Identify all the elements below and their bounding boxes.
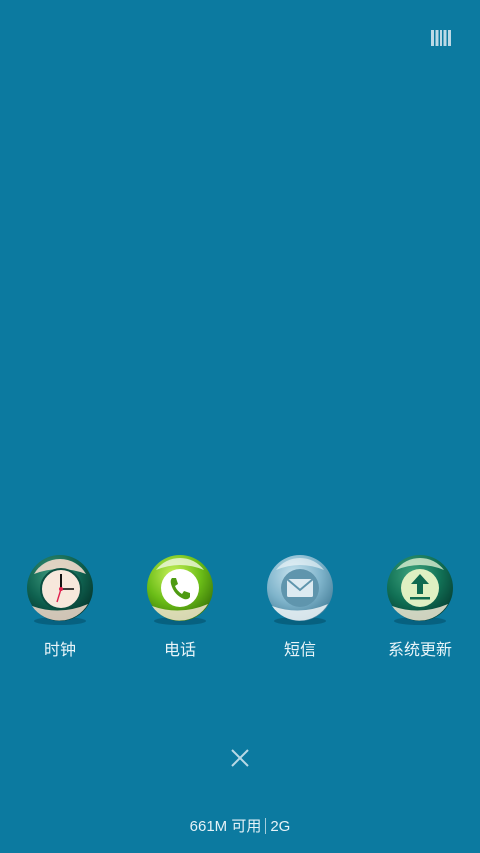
clock-icon [27, 555, 93, 625]
close-icon [231, 749, 249, 767]
memory-available: 661M 可用 [189, 818, 262, 835]
memory-total: 2G [270, 818, 291, 835]
menu-icon [431, 30, 451, 46]
phone-icon [147, 555, 213, 625]
toggle-view-button[interactable] [430, 28, 452, 48]
app-messages[interactable]: 短信 [250, 554, 350, 664]
app-clock[interactable]: 时钟 [10, 554, 110, 664]
app-label: 系统更新 [387, 640, 452, 659]
separator [265, 818, 267, 834]
system-update-icon [387, 555, 453, 625]
memory-status: 661M 可用 2G [0, 815, 480, 836]
close-button[interactable] [229, 747, 251, 769]
app-label: 电话 [163, 640, 196, 659]
app-phone[interactable]: 电话 [130, 554, 230, 664]
message-icon [267, 555, 333, 625]
app-label: 短信 [283, 640, 316, 659]
app-label: 时钟 [43, 640, 76, 659]
app-system-update[interactable]: 系统更新 [370, 554, 470, 664]
recent-apps-row: 时钟 电话 短信 系统更新 [0, 554, 480, 664]
